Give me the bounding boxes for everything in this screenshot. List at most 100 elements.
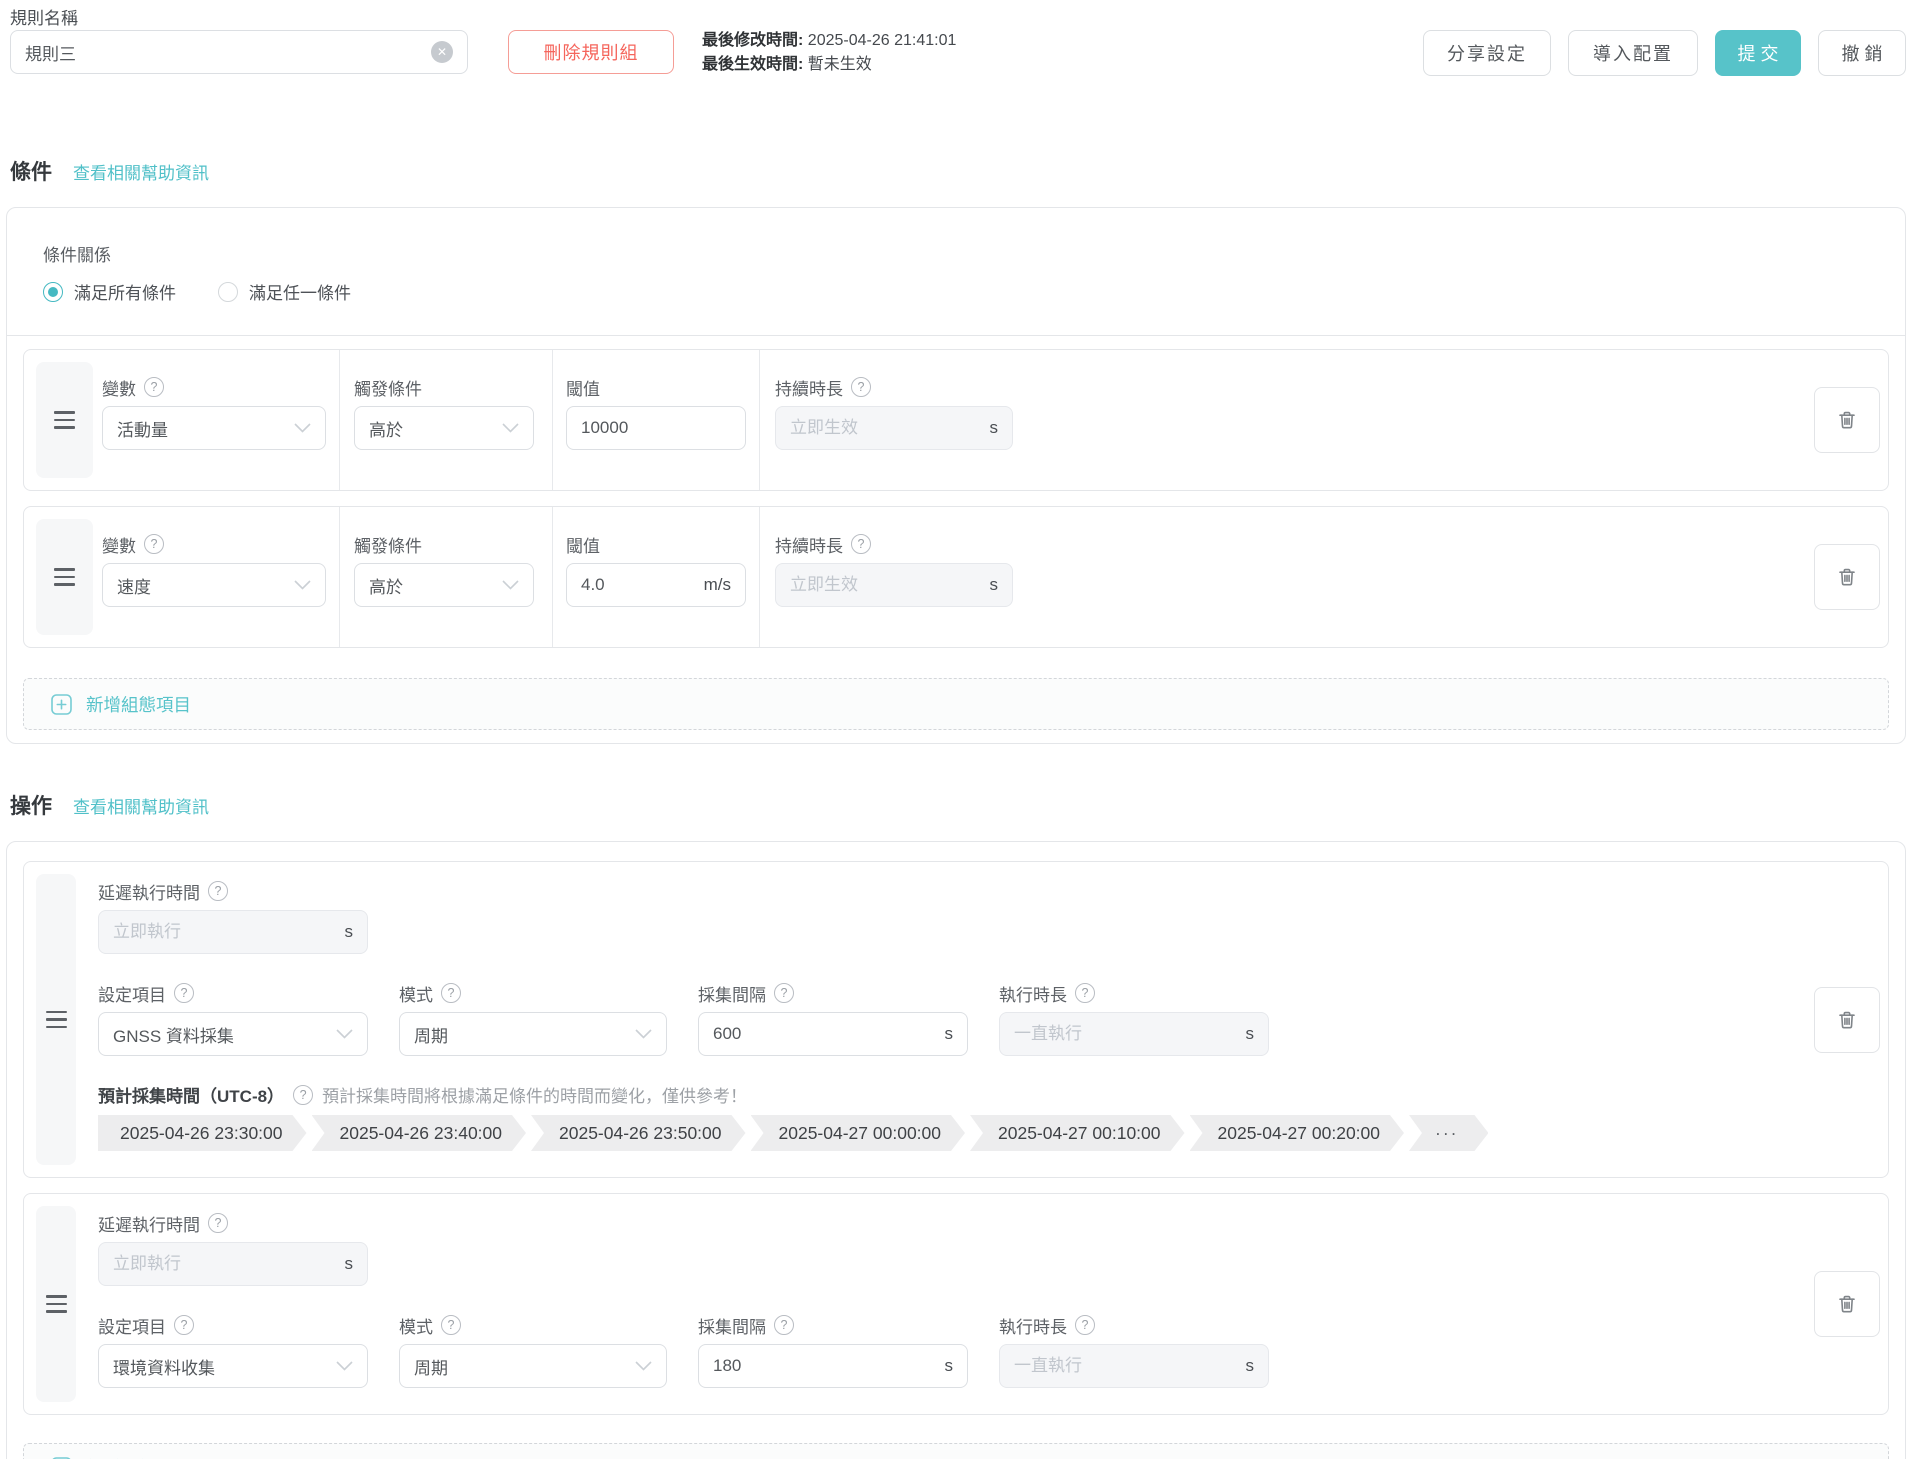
conditions-title: 條件 [10, 156, 52, 186]
operation-rows-area: 延遲執行時間 s 設定項目 GNSS 資料採集 [7, 842, 1905, 1459]
revoke-button[interactable]: 撤 銷 [1818, 30, 1906, 76]
add-operation-label: 新增組態項目 [86, 1455, 191, 1459]
delete-row-button[interactable] [1814, 987, 1880, 1053]
exec-help-icon[interactable] [1075, 1315, 1095, 1335]
exec-duration-input[interactable] [1014, 1356, 1238, 1376]
conditions-help-link[interactable]: 查看相關幫助資訊 [73, 159, 209, 184]
drag-handle[interactable] [36, 1206, 76, 1402]
exec-duration-input-box: s [999, 1344, 1269, 1388]
chevron-down-icon [502, 423, 519, 433]
last-effective-value: 暫未生效 [808, 56, 872, 73]
chevron-down-icon [635, 1361, 652, 1371]
operations-help-link[interactable]: 查看相關幫助資訊 [73, 793, 209, 818]
drag-handle-icon [46, 1290, 67, 1318]
variable-column: 變數 活動量 [93, 350, 340, 490]
last-modified-value: 2025-04-26 21:41:01 [808, 32, 957, 49]
schedule-hint: 預計採集時間將根據滿足條件的時間而變化，僅供參考！ [322, 1082, 747, 1107]
trash-icon [1835, 1292, 1859, 1316]
radio-checked-icon [43, 282, 63, 302]
share-settings-button[interactable]: 分享設定 [1423, 30, 1551, 76]
add-condition-button[interactable]: 新增組態項目 [23, 678, 1889, 730]
delay-help-icon[interactable] [208, 881, 228, 901]
submit-button[interactable]: 提 交 [1715, 30, 1801, 76]
threshold-input[interactable] [581, 418, 723, 438]
schedule-help-icon[interactable] [293, 1085, 313, 1105]
interval-input-box: s [698, 1344, 968, 1388]
threshold-input-box: m/s [566, 563, 746, 607]
chevron-down-icon [635, 1029, 652, 1039]
variable-select-value: 活動量 [117, 416, 168, 441]
drag-handle-icon [46, 1006, 67, 1034]
trigger-select[interactable]: 高於 [354, 406, 534, 450]
last-effective-row: 最後生效時間: 暫未生效 [702, 53, 956, 77]
interval-input-box: s [698, 1012, 968, 1056]
duration-column: 持續時長 s [760, 507, 1796, 647]
threshold-column: 閾值 m/s [553, 507, 760, 647]
trigger-label: 觸發條件 [354, 532, 422, 557]
setting-select[interactable]: 環境資料收集 [98, 1344, 368, 1388]
interval-help-icon[interactable] [774, 1315, 794, 1335]
schedule-more-chip[interactable]: ··· [1409, 1115, 1488, 1151]
mode-select-value: 周期 [414, 1354, 448, 1379]
trigger-select[interactable]: 高於 [354, 563, 534, 607]
duration-help-icon[interactable] [851, 534, 871, 554]
unit-suffix: s [945, 1356, 954, 1376]
drag-handle[interactable] [36, 519, 93, 635]
interval-input[interactable] [713, 1356, 937, 1376]
exec-help-icon[interactable] [1075, 983, 1095, 1003]
duration-help-icon[interactable] [851, 377, 871, 397]
interval-label: 採集間隔 [698, 1313, 766, 1338]
exec-duration-input[interactable] [1014, 1024, 1238, 1044]
delay-input[interactable] [113, 922, 337, 942]
mode-field: 模式 周期 [399, 982, 667, 1056]
radio-all-conditions[interactable]: 滿足所有條件 [43, 279, 176, 304]
mode-help-icon[interactable] [441, 983, 461, 1003]
unit-suffix: s [990, 575, 999, 595]
mode-select[interactable]: 周期 [399, 1344, 667, 1388]
delete-row-button[interactable] [1814, 544, 1880, 610]
rule-name-input[interactable] [25, 42, 431, 62]
import-config-button[interactable]: 導入配置 [1568, 30, 1698, 76]
delay-input[interactable] [113, 1254, 337, 1274]
drag-handle[interactable] [36, 874, 76, 1165]
radio-any-condition[interactable]: 滿足任一條件 [218, 279, 351, 304]
delete-row-button[interactable] [1814, 387, 1880, 453]
condition-row: 變數 活動量 觸發條件 高於 閾值 [23, 349, 1889, 491]
variable-help-icon[interactable] [144, 534, 164, 554]
chevron-down-icon [294, 423, 311, 433]
variable-select[interactable]: 活動量 [102, 406, 326, 450]
setting-help-icon[interactable] [174, 1315, 194, 1335]
setting-help-icon[interactable] [174, 983, 194, 1003]
operations-title: 操作 [10, 790, 52, 820]
delete-rule-group-button[interactable]: 刪除規則組 [508, 30, 674, 74]
schedule-label: 預計採集時間（UTC-8） [98, 1082, 284, 1107]
setting-select[interactable]: GNSS 資料採集 [98, 1012, 368, 1056]
clear-icon[interactable] [431, 41, 453, 63]
unit-suffix: m/s [704, 575, 731, 595]
interval-input[interactable] [713, 1024, 937, 1044]
add-operation-button[interactable]: 新增組態項目 [23, 1443, 1889, 1459]
plus-icon [51, 694, 72, 715]
delay-field: 延遲執行時間 s [98, 1212, 1796, 1286]
variable-help-icon[interactable] [144, 377, 164, 397]
delay-help-icon[interactable] [208, 1213, 228, 1233]
last-effective-label: 最後生效時間: [702, 56, 803, 73]
drag-handle-icon [54, 563, 75, 591]
interval-help-icon[interactable] [774, 983, 794, 1003]
setting-field: 設定項目 環境資料收集 [98, 1314, 368, 1388]
trigger-select-value: 高於 [369, 416, 403, 441]
duration-input[interactable] [790, 418, 982, 438]
variable-select[interactable]: 速度 [102, 563, 326, 607]
mode-help-icon[interactable] [441, 1315, 461, 1335]
condition-row: 變數 速度 觸發條件 高於 閾值 [23, 506, 1889, 648]
delete-row-button[interactable] [1814, 1271, 1880, 1337]
duration-label: 持續時長 [775, 532, 843, 557]
duration-input[interactable] [790, 575, 982, 595]
drag-handle-icon [54, 406, 75, 434]
mode-select[interactable]: 周期 [399, 1012, 667, 1056]
mode-label: 模式 [399, 981, 433, 1006]
threshold-input[interactable] [581, 575, 696, 595]
drag-handle[interactable] [36, 362, 93, 478]
mode-label: 模式 [399, 1313, 433, 1338]
delay-label: 延遲執行時間 [98, 879, 200, 904]
